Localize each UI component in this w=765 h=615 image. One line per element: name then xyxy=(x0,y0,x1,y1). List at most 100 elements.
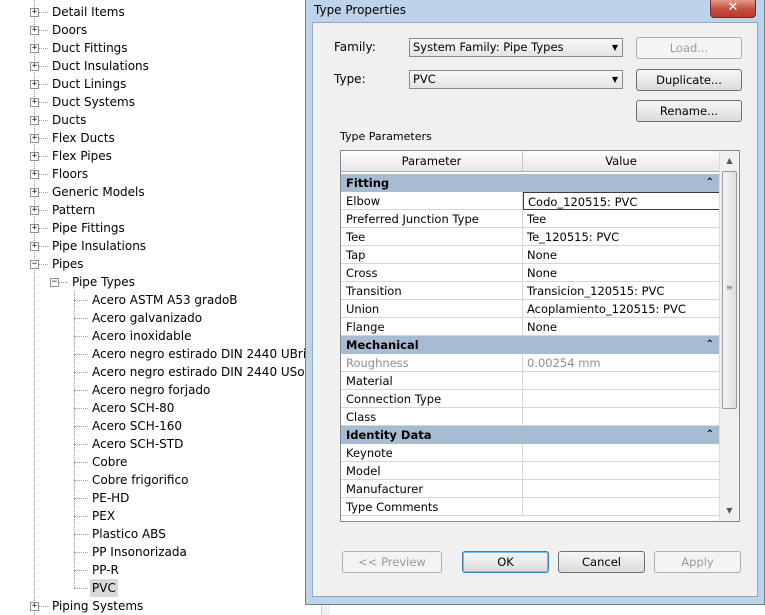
duplicate-button[interactable]: Duplicate... xyxy=(636,69,742,91)
tree-item-category[interactable]: + Ducts xyxy=(0,111,320,129)
parameter-row[interactable]: Model xyxy=(341,462,720,480)
expand-icon[interactable]: + xyxy=(30,98,39,107)
tree-item-pipe-type[interactable]: Acero inoxidable xyxy=(0,327,320,345)
parameter-value[interactable] xyxy=(523,480,720,498)
parameter-row[interactable]: Tee Te_120515: PVC xyxy=(341,228,720,246)
rename-button[interactable]: Rename... xyxy=(636,100,742,122)
tree-item-category[interactable]: + Pipe Fittings xyxy=(0,219,320,237)
expand-icon[interactable]: + xyxy=(30,206,39,215)
expand-icon[interactable]: + xyxy=(30,44,39,53)
column-header-value[interactable]: Value xyxy=(523,151,720,171)
parameter-row[interactable]: Keynote xyxy=(341,444,720,462)
expand-icon[interactable]: + xyxy=(30,602,39,611)
parameter-row[interactable]: Union Acoplamiento_120515: PVC xyxy=(341,300,720,318)
dialog-titlebar[interactable]: Type Properties ✕ xyxy=(306,0,764,22)
parameter-value[interactable] xyxy=(523,462,720,480)
tree-item-category[interactable]: + Floors xyxy=(0,165,320,183)
close-button[interactable]: ✕ xyxy=(710,0,756,18)
ok-button[interactable]: OK xyxy=(462,551,549,573)
parameter-value[interactable]: None xyxy=(523,264,720,282)
parameter-value[interactable] xyxy=(523,498,720,516)
tree-item-category[interactable]: + Pattern xyxy=(0,201,320,219)
parameter-value[interactable]: Acoplamiento_120515: PVC xyxy=(523,300,720,318)
collapse-group-icon[interactable]: ⌃ xyxy=(706,174,714,192)
expand-icon[interactable]: + xyxy=(30,80,39,89)
tree-item-pipe-type[interactable]: Cobre frigorifico xyxy=(0,471,320,489)
tree-item-pipe-type[interactable]: PE-HD xyxy=(0,489,320,507)
expand-icon[interactable]: + xyxy=(30,224,39,233)
tree-item-category[interactable]: + Piping Systems xyxy=(0,597,320,615)
tree-item-pipe-type[interactable]: Cobre xyxy=(0,453,320,471)
tree-item-category[interactable]: + Generic Models xyxy=(0,183,320,201)
tree-item-category[interactable]: + Duct Linings xyxy=(0,75,320,93)
collapse-group-icon[interactable]: ⌃ xyxy=(706,426,714,444)
group-header[interactable]: Mechanical ⌃ xyxy=(341,336,720,354)
parameter-value[interactable] xyxy=(523,444,720,462)
parameter-row[interactable]: Cross None xyxy=(341,264,720,282)
expand-icon[interactable]: + xyxy=(30,26,39,35)
tree-item-pipe-type[interactable]: PEX xyxy=(0,507,320,525)
tree-item-category[interactable]: + Flex Ducts xyxy=(0,129,320,147)
parameter-row[interactable]: Type Comments xyxy=(341,498,720,516)
parameter-value[interactable] xyxy=(523,390,720,408)
collapse-icon[interactable]: − xyxy=(50,278,59,287)
tree-item-category[interactable]: + Duct Insulations xyxy=(0,57,320,75)
tree-item-category[interactable]: + Flex Pipes xyxy=(0,147,320,165)
parameter-value[interactable]: 0.00254 mm xyxy=(523,354,720,372)
tree-item-pipe-type[interactable]: PP-R xyxy=(0,561,320,579)
tree-item-category[interactable]: + Doors xyxy=(0,21,320,39)
tree-item-pipe-type[interactable]: PP Insonorizada xyxy=(0,543,320,561)
preview-button[interactable]: << Preview xyxy=(342,551,442,573)
tree-item-category[interactable]: + Pipe Insulations xyxy=(0,237,320,255)
parameter-value[interactable] xyxy=(523,408,720,426)
parameter-value[interactable]: Te_120515: PVC xyxy=(523,228,720,246)
expand-icon[interactable]: + xyxy=(30,62,39,71)
parameter-row[interactable]: Connection Type xyxy=(341,390,720,408)
cancel-button[interactable]: Cancel xyxy=(558,551,645,573)
type-select[interactable]: PVC ▼ xyxy=(409,70,623,89)
parameter-row[interactable]: Tap None xyxy=(341,246,720,264)
tree-item-category[interactable]: + Duct Fittings xyxy=(0,39,320,57)
parameter-row[interactable]: Elbow Codo_120515: PVC xyxy=(341,192,720,210)
scroll-down-icon[interactable]: ▼ xyxy=(720,503,739,519)
family-select[interactable]: System Family: Pipe Types ▼ xyxy=(409,38,623,57)
group-header[interactable]: Identity Data ⌃ xyxy=(341,426,720,444)
load-button[interactable]: Load... xyxy=(636,37,742,59)
parameter-value[interactable]: Tee xyxy=(523,210,720,228)
apply-button[interactable]: Apply xyxy=(654,551,741,573)
parameter-value[interactable]: None xyxy=(523,318,720,336)
tree-item-category[interactable]: − Pipes xyxy=(0,255,320,273)
tree-item-pipe-type[interactable]: Acero negro estirado DIN 2440 UBrida xyxy=(0,345,321,363)
expand-icon[interactable]: + xyxy=(30,8,39,17)
tree-item-pipe-type[interactable]: PVC xyxy=(0,579,320,597)
group-header[interactable]: Fitting ⌃ xyxy=(341,174,720,192)
scroll-thumb[interactable]: ≡ xyxy=(722,171,737,409)
expand-icon[interactable]: + xyxy=(30,116,39,125)
parameter-value[interactable] xyxy=(523,372,720,390)
tree-item-pipe-type[interactable]: Acero negro estirado DIN 2440 USold xyxy=(0,363,320,381)
parameter-row[interactable]: Manufacturer xyxy=(341,480,720,498)
tree-item-pipe-type[interactable]: Plastico ABS xyxy=(0,525,320,543)
parameter-row[interactable]: Roughness 0.00254 mm xyxy=(341,354,720,372)
tree-item-pipe-type[interactable]: Acero galvanizado xyxy=(0,309,320,327)
expand-icon[interactable]: + xyxy=(30,170,39,179)
tree-item-pipe-type[interactable]: Acero SCH-STD xyxy=(0,435,320,453)
expand-icon[interactable]: + xyxy=(30,188,39,197)
parameter-row[interactable]: Class xyxy=(341,408,720,426)
parameter-row[interactable]: Flange None xyxy=(341,318,720,336)
tree-item-pipe-type[interactable]: Acero SCH-160 xyxy=(0,417,320,435)
expand-icon[interactable]: + xyxy=(30,242,39,251)
column-header-parameter[interactable]: Parameter xyxy=(341,151,523,171)
grid-scrollbar[interactable]: ▲ ≡ ▼ xyxy=(719,151,739,521)
expand-icon[interactable]: + xyxy=(30,134,39,143)
collapse-icon[interactable]: − xyxy=(30,260,39,269)
tree-item-category[interactable]: + Detail Items xyxy=(0,3,320,21)
tree-item-category[interactable]: − Pipe Types xyxy=(0,273,320,291)
parameter-row[interactable]: Material xyxy=(341,372,720,390)
parameter-row[interactable]: Transition Transicion_120515: PVC xyxy=(341,282,720,300)
expand-icon[interactable]: + xyxy=(30,152,39,161)
parameter-value[interactable]: None xyxy=(523,246,720,264)
tree-item-pipe-type[interactable]: Acero negro forjado xyxy=(0,381,320,399)
collapse-group-icon[interactable]: ⌃ xyxy=(706,336,714,354)
tree-item-pipe-type[interactable]: Acero ASTM A53 gradoB xyxy=(0,291,320,309)
